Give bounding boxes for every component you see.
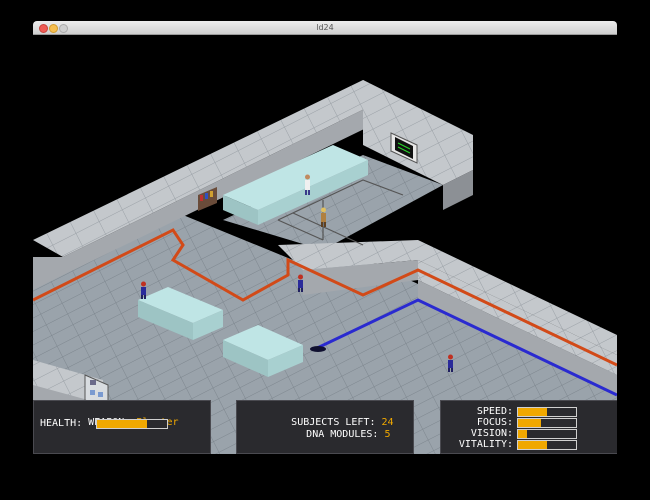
- speed-label: SPEED:: [476, 406, 513, 417]
- vision-bar: [517, 429, 577, 439]
- isometric-scene[interactable]: [33, 35, 617, 454]
- dna-modules-value: 5: [384, 429, 391, 440]
- title-bar[interactable]: ld24: [33, 21, 617, 35]
- dna-modules-label: DNA MODULES:: [306, 429, 379, 440]
- speed-bar-fill: [518, 408, 547, 416]
- game-window: ld24 HEALTH: SUBJECTS LEFT: 24 DNA MODUL…: [33, 21, 617, 454]
- speed-bar: [517, 407, 577, 417]
- focus-bar-fill: [518, 419, 542, 427]
- vitality-bar: [517, 440, 577, 450]
- focus-label: FOCUS:: [476, 417, 513, 428]
- game-viewport[interactable]: WEAPON: Blaster HEALTH: SUBJECTS LEFT: 2…: [33, 35, 617, 454]
- vitality-bar-fill: [518, 441, 547, 449]
- weapon-label: WEAPON: Blaster: [40, 406, 178, 428]
- stats-panel: SPEED: FOCUS: VISION: VITALITY:: [440, 400, 617, 454]
- health-bar-fill: [97, 420, 148, 428]
- health-label: HEALTH:: [40, 418, 83, 429]
- vision-bar-fill: [518, 430, 527, 438]
- focus-bar: [517, 418, 577, 428]
- floor-hole: [310, 346, 326, 352]
- dna-modules-row: DNA MODULES: 5: [258, 418, 390, 440]
- subjects-panel: SUBJECTS LEFT: 24 DNA MODULES: 5: [236, 400, 414, 454]
- vitality-label: VITALITY:: [458, 439, 513, 450]
- weapon-panel: WEAPON: Blaster HEALTH:: [33, 400, 211, 454]
- window-title: ld24: [316, 23, 334, 32]
- health-bar: [96, 419, 168, 429]
- vision-label: VISION:: [470, 428, 513, 439]
- subjects-left-row: SUBJECTS LEFT: 24: [243, 406, 393, 428]
